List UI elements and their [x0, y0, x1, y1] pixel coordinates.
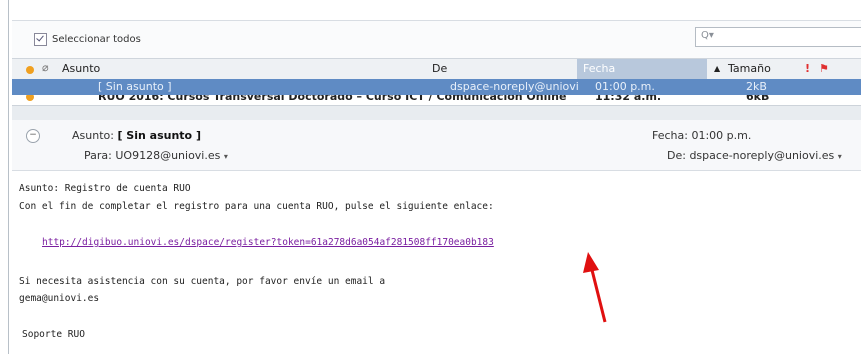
red-arrow-annotation — [583, 252, 607, 323]
